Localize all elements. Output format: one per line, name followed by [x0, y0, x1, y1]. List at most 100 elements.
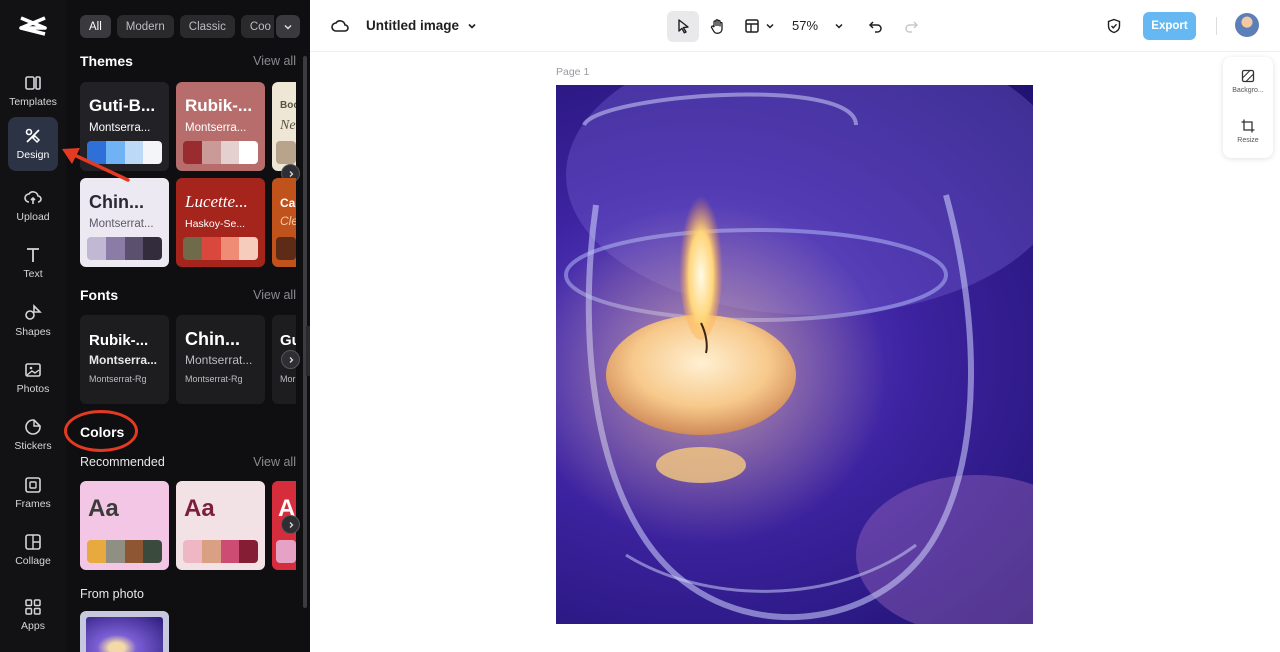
theme-name: Boo [280, 100, 296, 111]
font-caption: Montserrat-Rg [89, 374, 147, 384]
theme-name: Rubik-... [185, 96, 253, 115]
left-rail: Templates Design Upload Text Shapes Phot… [0, 0, 66, 652]
chips-more-button[interactable] [276, 15, 300, 38]
rail-item-stickers[interactable]: Stickers [8, 408, 58, 462]
chip-classic[interactable]: Classic [179, 15, 235, 38]
zoom-level[interactable]: 57% [792, 18, 818, 33]
layout-dropdown-icon[interactable] [760, 16, 780, 36]
canvas-photo[interactable] [556, 85, 1033, 624]
chip-modern[interactable]: Modern [116, 15, 174, 38]
font-card[interactable]: Chin... Montserrat... Montserrat-Rg [176, 315, 265, 404]
rail-item-text[interactable]: Text [8, 236, 58, 290]
toolbar-divider [1216, 17, 1217, 35]
stickers-icon [25, 419, 41, 435]
rail-item-design[interactable]: Design [8, 117, 58, 171]
background-label: Backgro... [1232, 87, 1264, 94]
theme-font: Haskoy-Se... [185, 218, 246, 230]
hand-pan-icon[interactable] [707, 16, 727, 36]
theme-font: Montserra... [89, 122, 151, 134]
color-palette-card[interactable]: Aa [176, 481, 265, 570]
rail-label: Photos [16, 383, 50, 395]
export-button[interactable]: Export [1143, 12, 1196, 40]
undo-icon[interactable] [866, 16, 886, 36]
rail-item-frames[interactable]: Frames [8, 466, 58, 520]
shield-icon[interactable] [1104, 16, 1124, 36]
photo-thumbnail [86, 617, 163, 652]
rail-item-shapes[interactable]: Shapes [8, 294, 58, 348]
rail-label: Upload [16, 211, 50, 223]
fonts-view-all[interactable]: View all [253, 288, 296, 302]
text-icon [27, 248, 39, 262]
avatar[interactable] [1235, 13, 1259, 37]
themes-title: Themes [80, 53, 133, 69]
rail-item-photos[interactable]: Photos [8, 351, 58, 405]
colors-next-button[interactable] [281, 515, 300, 534]
theme-swatches [183, 237, 258, 260]
theme-name: Lucette... [185, 192, 248, 211]
theme-swatches [276, 141, 296, 164]
frames-icon [25, 477, 41, 493]
apps-icon [25, 599, 41, 615]
recommended-title: Recommended [80, 455, 165, 469]
font-sub: Montserra... [89, 353, 158, 367]
cloud-save-icon[interactable] [330, 16, 350, 36]
theme-swatches [276, 237, 296, 260]
annotation-circle [64, 410, 138, 452]
font-sub: Montserrat... [185, 353, 253, 367]
fonts-title: Fonts [80, 287, 119, 303]
resize-icon [1241, 119, 1255, 133]
theme-card[interactable]: Rubik-... Montserra... [176, 82, 265, 171]
font-caption: Mor [280, 374, 296, 384]
theme-font: Cle [280, 214, 296, 228]
font-name: Gu [280, 332, 296, 349]
font-name: Rubik-... [89, 332, 149, 349]
chevron-right-icon [289, 170, 293, 177]
cursor-select-icon[interactable] [673, 16, 693, 36]
themes-view-all[interactable]: View all [253, 54, 296, 68]
app-logo[interactable] [18, 14, 48, 38]
collage-icon [25, 534, 41, 550]
rail-label: Stickers [14, 440, 52, 452]
theme-card[interactable]: Ca Cle [272, 178, 296, 267]
colors-view-all[interactable]: View all [253, 455, 296, 469]
theme-card[interactable]: Lucette... Haskoy-Se... [176, 178, 265, 267]
top-toolbar: Untitled image 57% Export [310, 0, 1280, 52]
rail-label: Templates [9, 96, 57, 108]
theme-card[interactable]: Chin... Montserrat... [80, 178, 169, 267]
resize-tool[interactable]: Resize [1223, 119, 1273, 144]
from-photo-card[interactable] [80, 611, 169, 652]
chip-all[interactable]: All [80, 15, 111, 38]
page-label: Page 1 [556, 66, 590, 78]
title-dropdown-icon[interactable] [462, 16, 482, 36]
rail-label: Collage [15, 555, 51, 567]
canvas-side-tools: Backgro... Resize [1223, 57, 1273, 158]
theme-name: Chin... [89, 192, 144, 212]
theme-swatches [87, 237, 162, 260]
rail-item-apps[interactable]: Apps [8, 588, 58, 642]
fonts-next-button[interactable] [281, 350, 300, 369]
chevron-right-icon [289, 356, 293, 363]
zoom-dropdown-icon[interactable] [829, 16, 849, 36]
theme-font: Montserra... [185, 122, 247, 134]
layout-icon[interactable] [742, 16, 762, 36]
redo-icon[interactable] [901, 16, 921, 36]
palette-swatches [276, 540, 296, 563]
shapes-icon [25, 304, 42, 320]
chip-cool[interactable]: Coo [240, 15, 274, 38]
rail-item-upload[interactable]: Upload [8, 179, 58, 233]
background-icon [1241, 69, 1255, 83]
rail-item-templates[interactable]: Templates [8, 64, 58, 118]
rail-label: Text [23, 268, 43, 280]
rail-label: Design [16, 149, 50, 161]
palette-sample: Aa [88, 495, 119, 522]
canvas-area[interactable]: Page 1 [310, 52, 1280, 652]
color-palette-card[interactable]: Aa [80, 481, 169, 570]
palette-sample: Aa [184, 495, 215, 522]
document-title[interactable]: Untitled image [366, 18, 459, 33]
font-card[interactable]: Rubik-... Montserra... Montserrat-Rg [80, 315, 169, 404]
theme-card[interactable]: Boo Ne [272, 82, 296, 171]
theme-font: Ne [280, 118, 296, 133]
rail-item-collage[interactable]: Collage [8, 523, 58, 577]
background-tool[interactable]: Backgro... [1223, 69, 1273, 94]
design-panel: All Modern Classic Coo Themes View all G… [66, 0, 310, 652]
